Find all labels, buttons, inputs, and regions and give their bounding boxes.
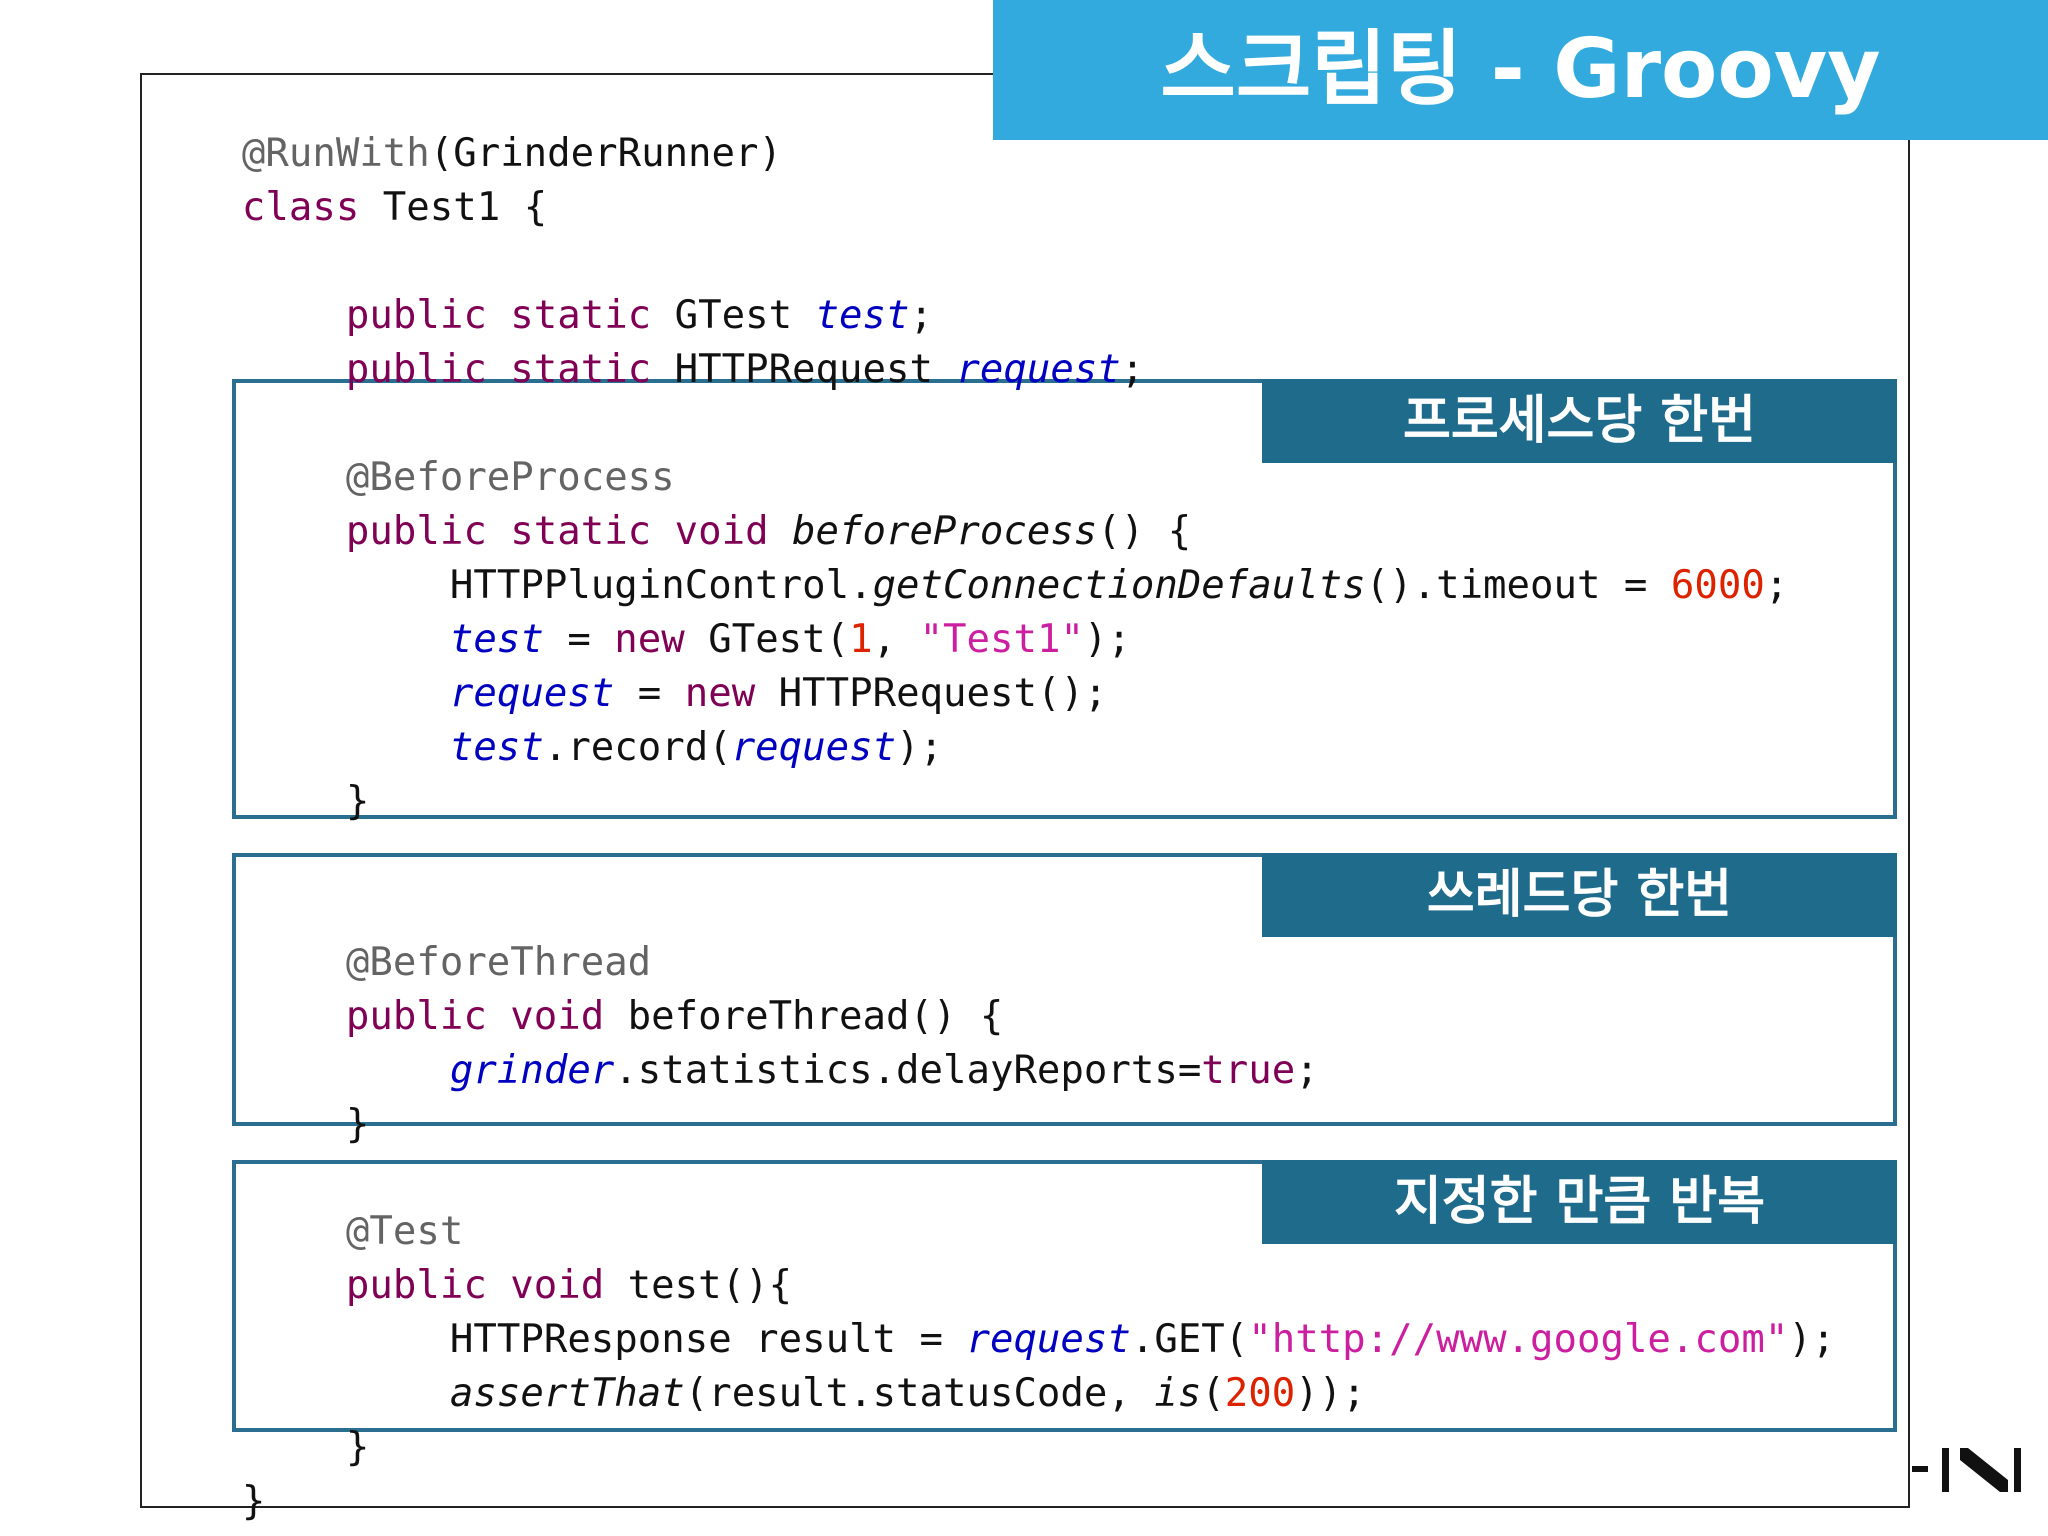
code-token: } (345, 1425, 370, 1470)
code-token: ; (1764, 563, 1789, 608)
number-token: 6000 (1670, 563, 1765, 608)
code-line-timeout: HTTPPluginControl.getConnectionDefaults(… (356, 514, 1788, 608)
code-token: ; (1120, 347, 1145, 392)
code-line-before-process-decl: public static void beforeProcess() { (252, 460, 1191, 554)
code-token: ; (1295, 1048, 1319, 1093)
keyword-token: public static (345, 347, 652, 392)
per-process-label: 프로세스당 한번 (1262, 379, 1897, 463)
slide: 프로세스당 한번 쓰레드당 한번 지정한 만큼 반복 @RunWith(Grin… (0, 0, 2048, 1536)
keyword-token: class (241, 185, 360, 230)
code-line-class-close: } (148, 1430, 265, 1524)
code-line-new-request: request = new HTTPRequest(); (356, 622, 1107, 716)
method-token: is (1154, 1371, 1202, 1416)
code-line-test-ann: @Test (252, 1160, 463, 1254)
code-line-new-gtest: test = new GTest(1, "Test1"); (356, 568, 1131, 662)
field-token: grinder (449, 1048, 615, 1093)
code-line-class-decl: class Test1 { (148, 136, 547, 230)
code-token: ().timeout = (1365, 563, 1671, 608)
code-line-runwith: @RunWith(GrinderRunner) (148, 82, 782, 176)
code-line-close-brace: } (252, 1053, 369, 1147)
code-token: HTTPRequest (651, 347, 957, 392)
field-token: request (956, 347, 1121, 392)
code-token: ( (1201, 1371, 1225, 1416)
repeat-label: 지정한 만큼 반복 (1262, 1160, 1897, 1244)
field-token: request (731, 725, 897, 770)
code-line-close-brace: } (252, 730, 369, 824)
per-thread-label: 쓰레드당 한번 (1262, 853, 1897, 937)
code-token: } (345, 779, 370, 824)
code-line-before-thread-decl: public void beforeThread() { (252, 945, 1003, 1039)
code-line-before-process-ann: @BeforeProcess (252, 406, 675, 500)
slide-title: 스크립팅 - Groovy (993, 0, 2048, 140)
code-token: } (241, 1479, 266, 1524)
keyword-token: true (1201, 1048, 1296, 1093)
code-line-http-get: HTTPResponse result = request.GET("http:… (356, 1268, 1835, 1362)
number-token: 200 (1224, 1371, 1296, 1416)
code-line-field-request: public static HTTPRequest request; (252, 298, 1144, 392)
code-token: )); (1295, 1371, 1366, 1416)
code-line-test-decl: public void test(){ (252, 1214, 792, 1308)
code-token: Test1 { (359, 185, 548, 230)
code-token: ); (1788, 1317, 1836, 1362)
code-line-before-thread-ann: @BeforeThread (252, 891, 651, 985)
code-line-assert: assertThat(result.statusCode, is(200)); (356, 1322, 1366, 1416)
code-line-record: test.record(request); (356, 676, 943, 770)
code-token: } (345, 1102, 370, 1147)
code-token: (result.statusCode, (684, 1371, 1155, 1416)
code-token: ); (896, 725, 944, 770)
field-token: test (449, 725, 544, 770)
code-token: .record( (543, 725, 732, 770)
code-line-close-brace: } (252, 1376, 369, 1470)
code-token: .statistics.delayReports= (614, 1048, 1202, 1093)
code-line-field-test: public static GTest test; (252, 244, 933, 338)
code-line-delay-reports: grinder.statistics.delayReports=true; (356, 999, 1319, 1093)
method-token: assertThat (449, 1371, 685, 1416)
nhn-logo-icon (1912, 1448, 2021, 1492)
